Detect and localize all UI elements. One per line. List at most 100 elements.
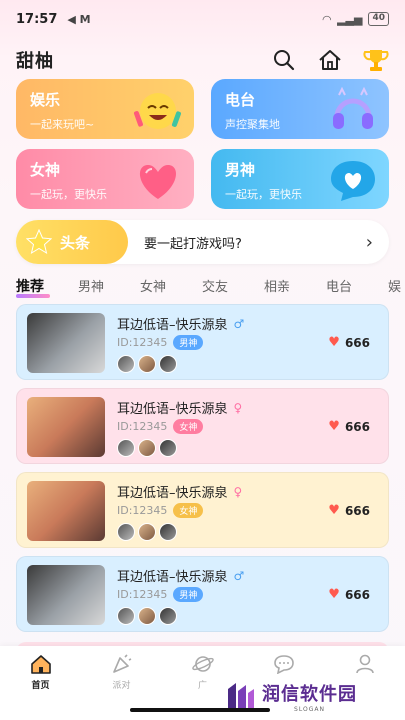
- room-badge: 女神: [173, 503, 204, 518]
- heart-icon: [139, 165, 177, 199]
- member-avatars: [117, 607, 177, 625]
- room-name: 耳边低语–快乐源泉: [117, 318, 228, 333]
- like-count: ♥ 666: [328, 335, 370, 350]
- avatar: [138, 607, 156, 625]
- heart-icon: ♥: [328, 503, 340, 518]
- like-count: ♥ 666: [328, 419, 370, 434]
- headline-tag-label: 头条: [60, 233, 91, 252]
- room-name: 耳边低语–快乐源泉: [117, 570, 228, 585]
- avatar: [117, 523, 135, 541]
- female-icon: ♀: [233, 484, 243, 499]
- house-icon[interactable]: [317, 47, 343, 73]
- room-name: 耳边低语–快乐源泉: [117, 486, 228, 501]
- avatar: [117, 439, 135, 457]
- trophy-icon[interactable]: [363, 47, 389, 73]
- like-value: 666: [344, 503, 370, 518]
- app-header: 甜柚: [16, 44, 389, 76]
- star-icon: [26, 229, 52, 255]
- headline-text: 要一起打游戏吗?: [144, 236, 242, 252]
- room-id: ID:12345: [117, 336, 168, 349]
- signal-icon: ▂▃▅: [337, 12, 363, 26]
- category-radio[interactable]: 电台 声控聚集地: [211, 79, 389, 139]
- member-avatars: [117, 355, 177, 373]
- member-avatars: [117, 439, 177, 457]
- avatar: [159, 607, 177, 625]
- room-id: ID:12345: [117, 420, 168, 433]
- avatar: [159, 439, 177, 457]
- male-icon: ♂: [233, 316, 245, 331]
- room-avatar: [27, 397, 105, 457]
- room-avatar: [27, 313, 105, 373]
- wifi-icon: ◠: [322, 12, 332, 26]
- room-name-row: 耳边低语–快乐源泉 ♂: [117, 566, 245, 586]
- tab-friends[interactable]: 交友: [202, 276, 264, 298]
- room-name-row: 耳边低语–快乐源泉 ♀: [117, 398, 243, 418]
- chat-heart-icon: [331, 161, 375, 201]
- female-icon: ♀: [233, 400, 243, 415]
- like-value: 666: [344, 335, 370, 350]
- member-avatars: [117, 523, 177, 541]
- battery-icon: 40: [368, 12, 389, 26]
- profile-icon: [355, 654, 374, 674]
- status-time: 17:57: [16, 11, 58, 27]
- room-id: ID:12345: [117, 588, 168, 601]
- tab-entertainment[interactable]: 娱: [388, 276, 405, 298]
- search-icon[interactable]: [271, 47, 297, 73]
- nav-home[interactable]: 首页: [0, 646, 81, 720]
- telegram-icon: ◀ M: [67, 12, 91, 26]
- like-value: 666: [344, 419, 370, 434]
- avatar: [117, 607, 135, 625]
- party-icon: [112, 654, 131, 673]
- avatar: [138, 355, 156, 373]
- tab-radio[interactable]: 电台: [326, 276, 388, 298]
- room-avatar: [27, 481, 105, 541]
- watermark-logo: [228, 683, 254, 709]
- message-icon: [273, 655, 294, 674]
- home-icon: [30, 655, 51, 674]
- avatar: [117, 355, 135, 373]
- tab-female[interactable]: 女神: [140, 276, 202, 298]
- like-count: ♥ 666: [328, 503, 370, 518]
- home-indicator: [130, 708, 270, 712]
- chevron-right-icon[interactable]: ›: [366, 232, 373, 253]
- planet-icon: [191, 656, 214, 672]
- room-id-row: ID:12345 男神: [117, 587, 204, 602]
- status-indicators: ◠ ▂▃▅ 40: [323, 12, 389, 26]
- app-brand: 甜柚: [16, 51, 54, 72]
- headline-tag: 头条: [16, 220, 128, 264]
- room-name: 耳边低语–快乐源泉: [117, 402, 228, 417]
- room-card[interactable]: 耳边低语–快乐源泉 ♀ ID:12345 女神 ♥ 666: [16, 388, 389, 464]
- avatar: [138, 523, 156, 541]
- headline-banner[interactable]: 头条 要一起打游戏吗? ›: [16, 220, 389, 264]
- nav-label: 派对: [112, 681, 131, 691]
- heart-icon: ♥: [328, 419, 340, 434]
- room-id-row: ID:12345 女神: [117, 419, 204, 434]
- heart-icon: ♥: [328, 587, 340, 602]
- laughing-face-icon: [133, 93, 181, 129]
- category-entertainment[interactable]: 娱乐 一起来玩吧~: [16, 79, 194, 139]
- watermark-title: 润信软件园: [262, 683, 357, 705]
- room-id-row: ID:12345 男神: [117, 335, 204, 350]
- category-goddess[interactable]: 女神 一起玩，更快乐: [16, 149, 194, 209]
- like-count: ♥ 666: [328, 587, 370, 602]
- room-name-row: 耳边低语–快乐源泉 ♂: [117, 314, 245, 334]
- avatar: [159, 355, 177, 373]
- room-card[interactable]: 耳边低语–快乐源泉 ♂ ID:12345 男神 ♥ 666: [16, 556, 389, 632]
- room-badge: 男神: [173, 587, 204, 602]
- room-card[interactable]: 耳边低语–快乐源泉 ♂ ID:12345 男神 ♥ 666: [16, 304, 389, 380]
- room-name-row: 耳边低语–快乐源泉 ♀: [117, 482, 243, 502]
- male-icon: ♂: [233, 568, 245, 583]
- like-value: 666: [344, 587, 370, 602]
- watermark-slogan: SLOGAN: [294, 705, 325, 713]
- room-badge: 男神: [173, 335, 204, 350]
- room-card[interactable]: 耳边低语–快乐源泉 ♀ ID:12345 女神 ♥ 666: [16, 472, 389, 548]
- room-id-row: ID:12345 女神: [117, 503, 204, 518]
- avatar: [138, 439, 156, 457]
- room-id: ID:12345: [117, 504, 168, 517]
- category-god[interactable]: 男神 一起玩，更快乐: [211, 149, 389, 209]
- tab-male[interactable]: 男神: [78, 276, 140, 298]
- heart-icon: ♥: [328, 335, 340, 350]
- tab-recommend[interactable]: 推荐: [16, 276, 78, 298]
- battery-level: 40: [372, 13, 385, 23]
- tab-dating[interactable]: 相亲: [264, 276, 326, 298]
